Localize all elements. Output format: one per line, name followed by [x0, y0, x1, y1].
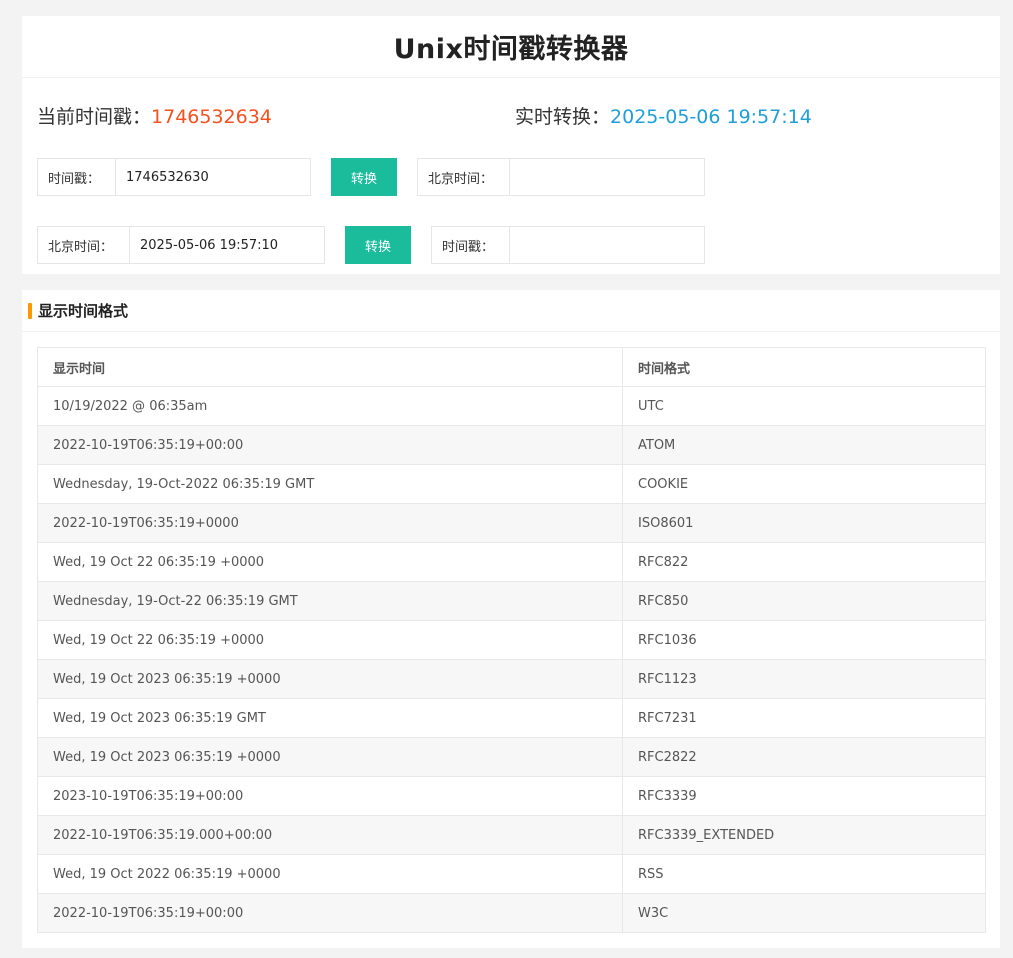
format-name-cell: RFC3339	[622, 776, 986, 816]
column-header-display-time: 显示时间	[37, 347, 623, 387]
format-name-cell: ATOM	[622, 425, 986, 465]
format-name-cell: RFC2822	[622, 737, 986, 777]
table-row: Wed, 19 Oct 22 06:35:19 +0000 RFC822	[37, 542, 986, 582]
timestamp-output[interactable]	[510, 227, 704, 263]
realtime-conversion-label: 实时转换：	[515, 106, 611, 128]
display-time-cell: Wed, 19 Oct 2022 06:35:19 +0000	[37, 854, 623, 894]
converter-card: Unix时间戳转换器 当前时间戳：1746532634 实时转换：2025-05…	[22, 16, 1000, 274]
timestamp-input-group: 时间戳：	[37, 158, 311, 196]
format-name-cell: COOKIE	[622, 464, 986, 504]
beijing-time-output-group: 北京时间：	[417, 158, 705, 196]
display-time-cell: 2022-10-19T06:35:19+00:00	[37, 425, 623, 465]
table-row: Wed, 19 Oct 2022 06:35:19 +0000 RSS	[37, 854, 986, 894]
format-name-cell: W3C	[622, 893, 986, 933]
title-bar: Unix时间戳转换器	[22, 16, 1000, 78]
timestamp-input[interactable]	[116, 159, 310, 195]
display-time-cell: 2022-10-19T06:35:19.000+00:00	[37, 815, 623, 855]
display-time-cell: Wed, 19 Oct 22 06:35:19 +0000	[37, 542, 623, 582]
current-timestamp: 当前时间戳：1746532634	[37, 102, 272, 129]
display-time-cell: Wednesday, 19-Oct-22 06:35:19 GMT	[37, 581, 623, 621]
table-row: Wednesday, 19-Oct-22 06:35:19 GMT RFC850	[37, 581, 986, 621]
display-time-cell: 2023-10-19T06:35:19+00:00	[37, 776, 623, 816]
table-row: Wednesday, 19-Oct-2022 06:35:19 GMT COOKI…	[37, 464, 986, 504]
table-row: Wed, 19 Oct 2023 06:35:19 GMT RFC7231	[37, 698, 986, 738]
display-time-cell: 2022-10-19T06:35:19+0000	[37, 503, 623, 543]
timestamp-output-group: 时间戳：	[431, 226, 705, 264]
status-row: 当前时间戳：1746532634 实时转换：2025-05-06 19:57:1…	[37, 102, 987, 132]
convert-timestamp-button[interactable]: 转换	[331, 158, 397, 196]
table-row: 2022-10-19T06:35:19+00:00 W3C	[37, 893, 986, 933]
table-row: 2022-10-19T06:35:19+00:00 ATOM	[37, 425, 986, 465]
beijing-time-output-label: 北京时间：	[418, 159, 510, 195]
format-name-cell: RFC3339_EXTENDED	[622, 815, 986, 855]
table-row: 2023-10-19T06:35:19+00:00 RFC3339	[37, 776, 986, 816]
display-time-cell: 10/19/2022 @ 06:35am	[37, 386, 623, 426]
formats-section-header: 显示时间格式	[22, 290, 1000, 332]
format-name-cell: RSS	[622, 854, 986, 894]
display-time-cell: Wed, 19 Oct 2023 06:35:19 +0000	[37, 659, 623, 699]
table-row: 2022-10-19T06:35:19+0000 ISO8601	[37, 503, 986, 543]
beijing-time-input-label: 北京时间：	[38, 227, 130, 263]
format-name-cell: RFC1036	[622, 620, 986, 660]
format-name-cell: RFC850	[622, 581, 986, 621]
formats-table: 显示时间 时间格式 10/19/2022 @ 06:35am UTC 2022-1…	[37, 347, 986, 933]
beijing-time-output[interactable]	[510, 159, 704, 195]
formats-card: 显示时间格式 显示时间 时间格式 10/19/2022 @ 06:35am UTC…	[22, 290, 1000, 948]
table-row: 10/19/2022 @ 06:35am UTC	[37, 386, 986, 426]
timestamp-output-label: 时间戳：	[432, 227, 510, 263]
display-time-cell: 2022-10-19T06:35:19+00:00	[37, 893, 623, 933]
convert-datetime-button[interactable]: 转换	[345, 226, 411, 264]
format-name-cell: RFC822	[622, 542, 986, 582]
format-name-cell: UTC	[622, 386, 986, 426]
format-name-cell: RFC7231	[622, 698, 986, 738]
formats-table-header: 显示时间 时间格式	[37, 347, 986, 387]
table-row: Wed, 19 Oct 2023 06:35:19 +0000 RFC2822	[37, 737, 986, 777]
page-title: Unix时间戳转换器	[393, 34, 629, 65]
formats-section-title: 显示时间格式	[38, 302, 129, 320]
display-time-cell: Wednesday, 19-Oct-2022 06:35:19 GMT	[37, 464, 623, 504]
display-time-cell: Wed, 19 Oct 2023 06:35:19 +0000	[37, 737, 623, 777]
beijing-time-input-group: 北京时间：	[37, 226, 325, 264]
format-name-cell: ISO8601	[622, 503, 986, 543]
current-timestamp-value: 1746532634	[151, 106, 272, 128]
table-row: 2022-10-19T06:35:19.000+00:00 RFC3339_EXT…	[37, 815, 986, 855]
format-name-cell: RFC1123	[622, 659, 986, 699]
table-row: Wed, 19 Oct 22 06:35:19 +0000 RFC1036	[37, 620, 986, 660]
current-timestamp-label: 当前时间戳：	[37, 106, 152, 128]
display-time-cell: Wed, 19 Oct 22 06:35:19 +0000	[37, 620, 623, 660]
realtime-conversion-value: 2025-05-06 19:57:14	[610, 106, 812, 128]
realtime-conversion: 实时转换：2025-05-06 19:57:14	[515, 102, 812, 129]
section-marker	[28, 302, 32, 319]
beijing-time-input[interactable]	[130, 227, 324, 263]
column-header-time-format: 时间格式	[622, 347, 986, 387]
table-row: Wed, 19 Oct 2023 06:35:19 +0000 RFC1123	[37, 659, 986, 699]
display-time-cell: Wed, 19 Oct 2023 06:35:19 GMT	[37, 698, 623, 738]
timestamp-input-label: 时间戳：	[38, 159, 116, 195]
